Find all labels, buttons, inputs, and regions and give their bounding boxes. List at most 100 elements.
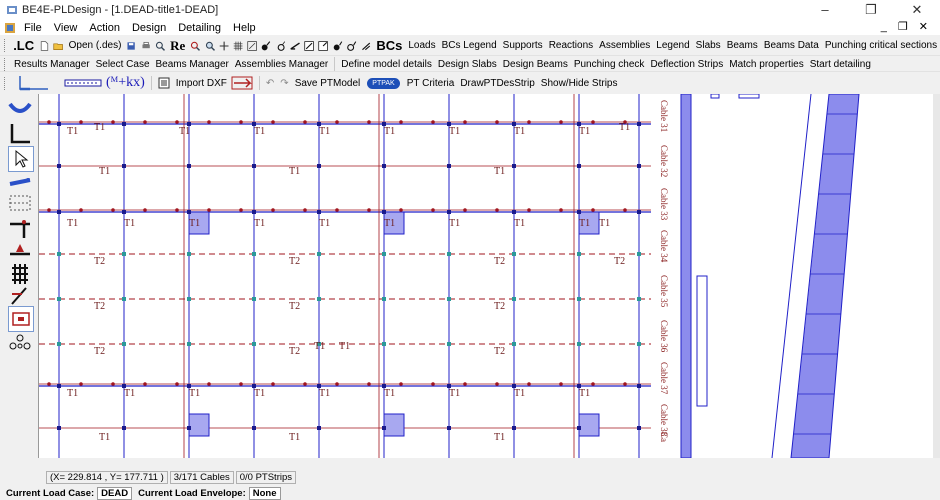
re-button[interactable]: Re xyxy=(167,38,188,54)
redo-icon[interactable]: ↷ xyxy=(277,78,291,89)
assemblies-manager-button[interactable]: Assemblies Manager xyxy=(232,59,331,70)
punching-check-button[interactable]: Punching check xyxy=(571,59,648,70)
supports-button[interactable]: Supports xyxy=(500,40,546,51)
drawing-canvas[interactable]: T1 T1 T1 T1 T1 T1 T1 T1 T1 T1 T1 T1 T1 T1 T1 T1 T1 T1 T1 T1… xyxy=(38,93,934,459)
punching-critical-sections-button[interactable]: Punching critical sections xyxy=(822,40,940,51)
undo-icon[interactable]: ↶ xyxy=(263,78,277,89)
deflection-strips-button[interactable]: Deflection Strips xyxy=(647,59,726,70)
cable-dot xyxy=(591,208,595,212)
assemblies-button[interactable]: Assemblies xyxy=(596,40,653,51)
moment-formula-button[interactable]: (ᴹ+kx) xyxy=(103,75,148,91)
load-icon[interactable] xyxy=(361,39,371,53)
strip-label-t1: T1 xyxy=(254,126,265,137)
toolbar-grip[interactable] xyxy=(4,57,8,71)
tee-tool-icon[interactable] xyxy=(8,216,32,240)
zoom-icon[interactable] xyxy=(155,39,165,53)
anchor-tool-icon[interactable] xyxy=(8,240,32,264)
results-manager-button[interactable]: Results Manager xyxy=(11,59,93,70)
strip-label-t1: T1 xyxy=(384,126,395,137)
pointer-icon[interactable] xyxy=(8,146,34,172)
strip-tool-icon[interactable] xyxy=(8,192,32,216)
design-slabs-button[interactable]: Design Slabs xyxy=(435,59,500,70)
open-des-button[interactable]: Open (.des) xyxy=(66,40,125,51)
beam-section-icon[interactable] xyxy=(63,74,103,92)
show-hide-strips-button[interactable]: Show/Hide Strips xyxy=(538,78,621,89)
cable-dot xyxy=(239,208,243,212)
pan-icon[interactable] xyxy=(219,39,229,53)
grid-icon[interactable] xyxy=(233,39,243,53)
menu-view[interactable]: View xyxy=(48,22,84,34)
bcs-legend-button[interactable]: BCs Legend xyxy=(439,40,500,51)
beams-data-button[interactable]: Beams Data xyxy=(761,40,822,51)
cable-profile-icon[interactable] xyxy=(8,98,32,122)
floor-plan[interactable]: T1 T1 T1 T1 T1 T1 T1 T1 T1 T1 T1 T1 T1 T1 T1 T1 T1 T1 T1 T1… xyxy=(39,93,934,459)
draw-pt-des-strip-button[interactable]: DrawPTDesStrip xyxy=(457,78,537,89)
print-icon[interactable] xyxy=(141,39,151,53)
menu-action[interactable]: Action xyxy=(83,22,126,34)
cable-dot xyxy=(431,208,435,212)
match-properties-button[interactable]: Match properties xyxy=(726,59,806,70)
reactions-button[interactable]: Reactions xyxy=(546,40,596,51)
load-envelope-value[interactable]: None xyxy=(248,486,281,500)
column-icon[interactable] xyxy=(261,39,271,53)
slab-icon[interactable] xyxy=(304,39,315,53)
design-beams-button[interactable]: Design Beams xyxy=(500,59,571,70)
cable-label: Cable 32 xyxy=(659,145,669,177)
menu-help[interactable]: Help xyxy=(227,22,262,34)
strip-label-t1: T1 xyxy=(339,341,350,352)
minimize-button[interactable]: – xyxy=(802,0,848,20)
beam-icon[interactable] xyxy=(290,39,300,53)
beams-manager-button[interactable]: Beams Manager xyxy=(153,59,232,70)
toolbar-grip[interactable] xyxy=(4,39,7,52)
opening-icon[interactable] xyxy=(318,39,329,53)
menu-file[interactable]: File xyxy=(18,22,48,34)
pen-tool-icon[interactable] xyxy=(8,284,32,308)
open-folder-icon[interactable] xyxy=(53,39,64,53)
zoom-window-icon[interactable] xyxy=(190,39,201,53)
select-case-button[interactable]: Select Case xyxy=(93,59,153,70)
support-icon[interactable] xyxy=(333,39,343,53)
pt-criteria-button[interactable]: PT Criteria xyxy=(404,78,458,89)
ptpak-button[interactable]: PTPAK xyxy=(367,77,400,89)
start-detailing-button[interactable]: Start detailing xyxy=(807,59,874,70)
define-model-details-button[interactable]: Define model details xyxy=(338,59,435,70)
draw-line-icon[interactable] xyxy=(8,170,32,194)
legend-button[interactable]: Legend xyxy=(653,40,692,51)
zoom-extents-icon[interactable] xyxy=(205,39,215,53)
menu-detailing[interactable]: Detailing xyxy=(172,22,227,34)
cable-label: Cable 35 xyxy=(659,275,669,308)
slabs-button[interactable]: Slabs xyxy=(693,40,724,51)
new-file-icon[interactable] xyxy=(39,39,49,53)
close-button[interactable]: ✕ xyxy=(894,0,940,20)
snap-grid-icon[interactable] xyxy=(247,39,258,53)
beams-button[interactable]: Beams xyxy=(724,40,761,51)
mdi-window-controls[interactable]: _ ❐ ✕ xyxy=(881,20,932,33)
export-arrow-icon[interactable] xyxy=(230,74,256,92)
strip-label-t2: T2 xyxy=(494,346,505,357)
points-tool-icon[interactable] xyxy=(8,330,32,354)
save-icon[interactable] xyxy=(126,39,136,53)
vertical-scrollbar[interactable] xyxy=(933,94,940,458)
node-marker xyxy=(252,210,256,214)
maximize-button[interactable]: ❐ xyxy=(848,0,894,20)
axes-icon[interactable] xyxy=(17,74,51,92)
toolbar-grip[interactable] xyxy=(4,76,8,90)
save-ptmodel-button[interactable]: Save PTModel xyxy=(292,78,364,89)
node-marker xyxy=(382,252,386,256)
strip-label-t1: T1 xyxy=(289,166,300,177)
import-dxf-button[interactable]: Import DXF xyxy=(173,78,230,89)
bcs-button[interactable]: BCs xyxy=(373,38,405,53)
mesh-tool-icon[interactable] xyxy=(8,262,32,286)
axis-tool-icon[interactable] xyxy=(8,122,32,146)
load-case-value[interactable]: DEAD xyxy=(97,486,133,500)
loads-button[interactable]: Loads xyxy=(405,40,438,51)
node-marker xyxy=(577,297,581,301)
import-dxf-icon[interactable] xyxy=(157,76,171,90)
wall-icon[interactable] xyxy=(276,39,286,53)
strip-label-t1: T1 xyxy=(289,432,300,443)
column-tool-icon[interactable] xyxy=(8,306,34,332)
menu-design[interactable]: Design xyxy=(126,22,172,34)
node-marker xyxy=(447,252,451,256)
support-outline-icon[interactable] xyxy=(347,39,357,53)
lc-button[interactable]: .LC xyxy=(10,38,37,53)
